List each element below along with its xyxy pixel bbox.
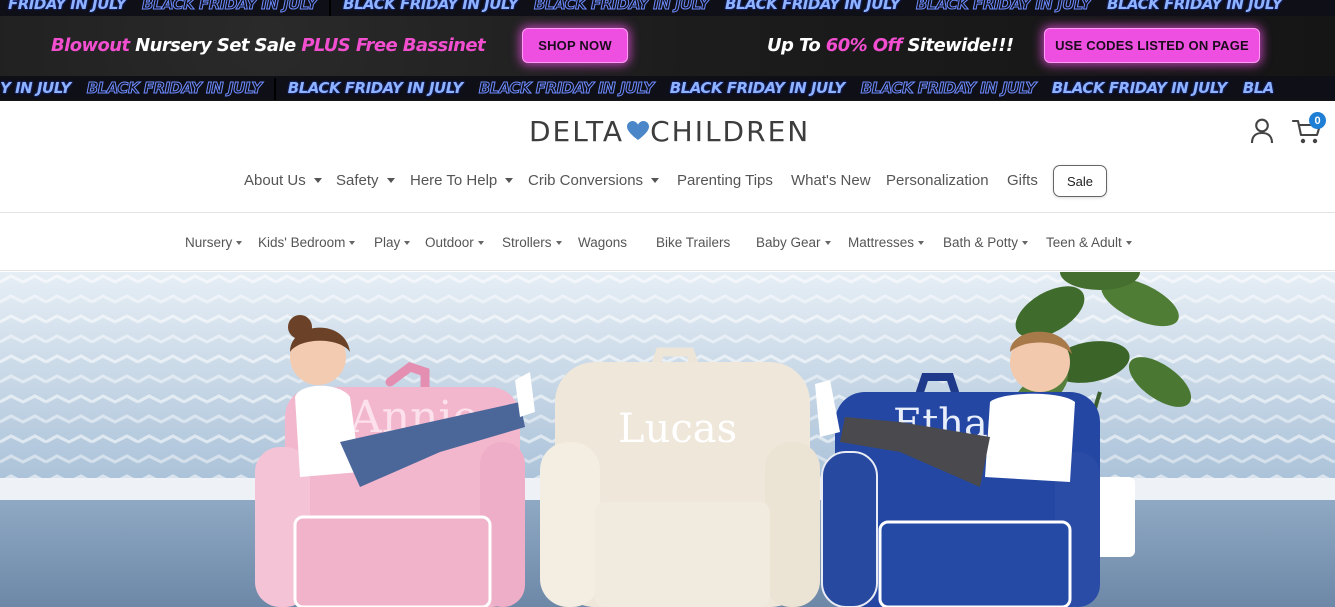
category-nav: Nursery Kids' Bedroom Play Outdoor Strol… [0,213,1335,271]
ticker-text: BLACK FRIDAY IN JULY [534,0,711,14]
caret-down-icon [404,240,411,245]
ticker-text: BLACK FRIDAY IN JULY [1051,79,1228,97]
nav-label: Here To Help [410,172,498,189]
logo-text-delta: DELTA [529,114,625,148]
ticker-divider [273,78,276,100]
ticker-text: Y IN JULY [0,79,71,97]
cat-label: Strollers [502,235,552,250]
cat-label: Wagons [578,235,628,250]
cat-label: Baby Gear [756,235,821,250]
cat-label: Bath & Potty [943,235,1019,250]
ticker-text: BLACK FRIDAY IN JULY [478,79,655,98]
ticker-bottom: Y IN JULY BLACK FRIDAY IN JULY BLACK FRI… [0,76,1335,100]
caret-down-icon [349,240,356,245]
ticker-text: BLACK FRIDAY IN JULY [142,0,319,14]
cat-label: Teen & Adult [1046,235,1122,250]
cat-baby-gear[interactable]: Baby Gear [756,235,831,250]
cat-outdoor[interactable]: Outdoor [425,235,484,250]
shop-now-button[interactable]: SHOP NOW [522,28,628,63]
ticker-text: BLACK FRIDAY IN JULY [343,0,519,13]
cat-strollers[interactable]: Strollers [502,235,562,250]
promo-banner: FRIDAY IN JULY BLACK FRIDAY IN JULY BLAC… [0,0,1335,101]
svg-text:Lucas: Lucas [618,406,737,452]
ticker-top: FRIDAY IN JULY BLACK FRIDAY IN JULY BLAC… [0,0,1335,16]
hero-image: Annie Lucas Ethan [0,272,1335,607]
cat-bath-potty[interactable]: Bath & Potty [943,235,1029,250]
cat-wagons[interactable]: Wagons [578,235,627,250]
caret-down-icon [918,240,925,245]
caret-down-icon [1125,240,1132,245]
promo-right-tail: Sitewide!!! [901,35,1014,56]
caret-down-icon [824,240,831,245]
nav-label: What's New [791,172,871,189]
nav-personalization[interactable]: Personalization [886,172,989,189]
nav-about-us[interactable]: About Us [244,172,322,189]
nav-safety[interactable]: Safety [336,172,395,189]
promo-left-highlight-2: PLUS Free Bassinet [301,35,486,56]
promo-right-lead: Up To [767,35,826,56]
promo-right-text: Up To 60% Off Sitewide!!! [767,35,1014,56]
cat-label: Nursery [185,235,233,250]
nav-crib-conversions[interactable]: Crib Conversions [528,172,660,189]
ticker-text: FRIDAY IN JULY [8,0,127,13]
promo-left-highlight: Blowout [51,35,130,56]
hero-banner[interactable]: Annie Lucas Ethan [0,272,1335,607]
ticker-text: BLACK FRIDAY IN JULY [916,0,1093,14]
ticker-text: BLACK FRIDAY IN JULY [287,79,464,97]
caret-down-icon [555,240,562,245]
cat-mattresses[interactable]: Mattresses [848,235,925,250]
nav-label: Safety [336,172,379,189]
caret-down-icon [313,178,322,183]
cat-play[interactable]: Play [374,235,411,250]
cat-bike-trailers[interactable]: Bike Trailers [656,235,730,250]
ticker-divider [329,0,332,16]
ticker-text: BLACK FRIDAY IN JULY [860,79,1037,98]
promo-left-text: Blowout Nursery Set Sale PLUS Free Bassi… [51,35,486,56]
nav-label: About Us [244,172,306,189]
sale-button[interactable]: Sale [1053,165,1107,197]
promo-left-body: Nursery Set Sale [129,35,302,56]
cat-nursery[interactable]: Nursery [185,235,243,250]
nav-whats-new[interactable]: What's New [791,172,871,189]
ticker-text: BLACK FRIDAY IN JULY [725,0,901,13]
site-header: DELTA CHILDREN 0 About Us Safety Here To… [0,101,1335,213]
ticker-text: BLACK FRIDAY IN JULY [1107,0,1283,13]
nav-gifts[interactable]: Gifts [1007,172,1038,189]
promo-right-highlight: 60% Off [825,35,903,56]
use-codes-button[interactable]: USE CODES LISTED ON PAGE [1044,28,1260,63]
site-logo[interactable]: DELTA CHILDREN [529,113,810,149]
logo-text-children: CHILDREN [650,114,811,148]
cat-label: Kids' Bedroom [258,235,346,250]
cat-label: Play [374,235,401,250]
cat-label: Mattresses [848,235,915,250]
ticker-text: BLACK FRIDAY IN JULY [86,79,263,98]
cat-kids-bedroom[interactable]: Kids' Bedroom [258,235,356,250]
caret-down-icon [386,178,395,183]
caret-down-icon [236,240,243,245]
caret-down-icon [651,178,660,183]
nav-label: Gifts [1007,172,1038,189]
caret-down-icon [1022,240,1029,245]
heart-icon [627,121,650,140]
nav-here-to-help[interactable]: Here To Help [410,172,514,189]
cat-label: Outdoor [425,235,474,250]
cat-teen-adult[interactable]: Teen & Adult [1046,235,1132,250]
nav-label: Personalization [886,172,989,189]
cart-count-badge: 0 [1309,112,1326,129]
nav-parenting-tips[interactable]: Parenting Tips [677,172,773,189]
main-nav: About Us Safety Here To Help Crib Conver… [0,165,1335,199]
nav-label: Parenting Tips [677,172,773,189]
nav-label: Crib Conversions [528,172,644,189]
caret-down-icon [505,178,514,183]
cream-chair: Lucas [540,347,820,607]
promo-message-bar: Blowout Nursery Set Sale PLUS Free Bassi… [0,16,1335,76]
ticker-text: BLACK FRIDAY IN JULY [669,79,846,97]
caret-down-icon [477,240,484,245]
ticker-text: BLA [1242,79,1275,97]
cat-label: Bike Trailers [656,235,731,250]
user-icon[interactable] [1250,118,1274,144]
